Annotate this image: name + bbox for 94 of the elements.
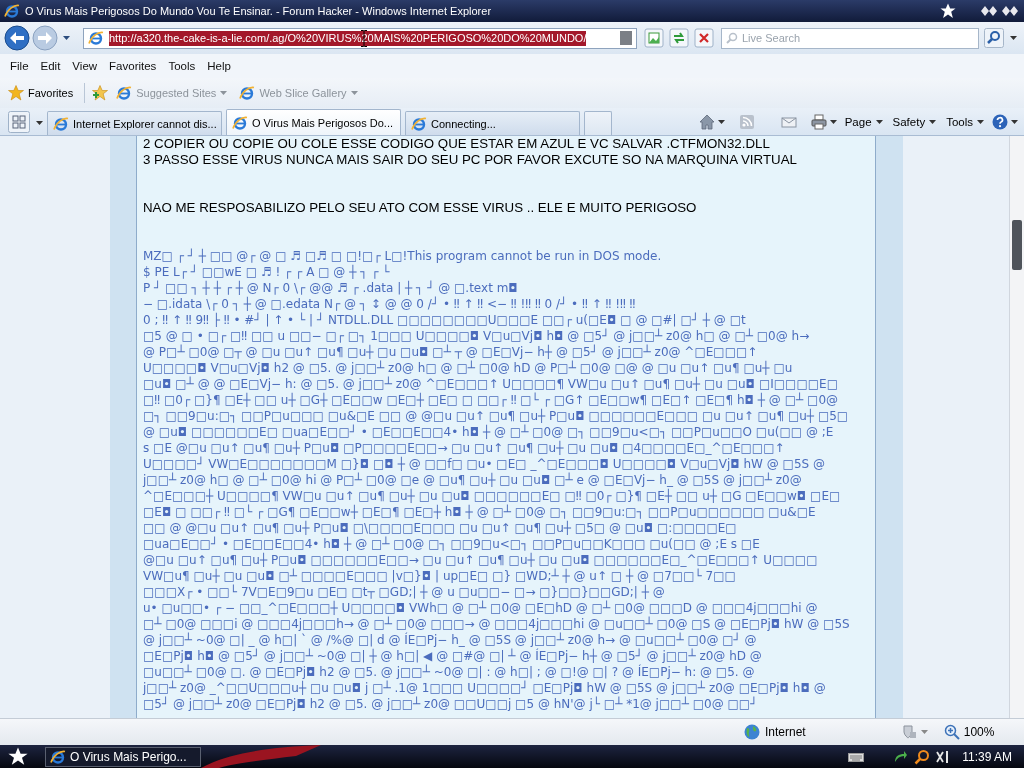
star-icon[interactable] xyxy=(7,746,29,767)
code-line: u• □u□□• ┌ − □□_^□E□□□┼ U□□□□◘ VWh□ @ □┴ □0@ □E□hD @ □┴ □0@ □□□D @ □□□4j□□□hi @ xyxy=(143,600,818,616)
home-icon[interactable] xyxy=(698,114,715,130)
caret-icon xyxy=(929,120,937,124)
tab[interactable]: Connecting... xyxy=(405,111,580,135)
code-line: @ j□□┴ ~0@ □| _ @ h□| ` @ /%@ □| d @ ÍE□Pj− h_ @ □5S @ j□□┴ z0@ h→ @ □u□□┴ □0@ □┘ @ xyxy=(143,632,757,648)
code-line: s □E @□u □u↑ □u¶ □u┼ P□u◘ □P□□□□E□□→ □u □u↑ □u¶ □u┼ □u □u◘ □4□□□□E□_^□E□□□↑ xyxy=(143,440,785,456)
refresh-icon[interactable] xyxy=(669,28,689,48)
command-menu[interactable]: Safety xyxy=(890,114,939,130)
code-line: □E◘ □ □□┌ ‼ □└ ┌ □G¶ □E□□w┼ □E□¶ □E□┼ h◘ ┼ @ □┴ □0@ □┐ □□9□u:□┐ □□P□u□□□□□□ □u&□E xyxy=(143,504,816,520)
picture-icon[interactable] xyxy=(644,28,664,48)
code-line: @ □u◘ □□□□□□E□ □ua□E□□┘ • □E□□E□□4• h◘ ┼ @ □┴ □0@ □┐ □□9□u<□┐ □□P□u□□O □u(□□ @ ;E xyxy=(143,424,834,440)
text-line: NAO ME RESPOSABILIZO PELO SEU ATO COM ESSE VIRUS .. ELE E MUITO PERIGOSO xyxy=(143,200,697,216)
code-line: $ PE L┌ ┘ □□wE □ ♬ ! ┌ ┌ A □ @ ┼ ┐ ┌ └ xyxy=(143,264,390,280)
browser-icon xyxy=(53,115,69,132)
command-menu[interactable]: Page xyxy=(842,114,885,130)
browser-icon xyxy=(232,114,248,131)
code-line: □□ @ @□u □u↑ □u¶ □u┼ P□u◘ □\□□□□E□□□ □u □u↑ □u¶ □u┼ □5□ @ □u◘ □:□□□□E□ xyxy=(143,520,737,536)
caret-icon[interactable] xyxy=(36,121,43,125)
browser-icon xyxy=(116,85,133,101)
code-line: VW□u¶ □u┼ □u □u◘ □┴ □□□□E□□□ |v□}◘ | up□E□ □} □WD;┴ ┼ @ u↑ □ ┼ @ □7□□└ 7□□ xyxy=(143,568,736,584)
menu-item[interactable]: Edit xyxy=(34,57,67,75)
diamond-icon[interactable] xyxy=(1002,5,1018,17)
url-text: http://a320.the-cake-is-a-lie.com/.ag/O%20VIRUS%20MAIS%20PERIGOSO%20DO%20MUNDO/ xyxy=(109,30,587,46)
menu-item[interactable]: Tools xyxy=(162,57,202,75)
page-icon xyxy=(88,30,104,46)
code-line: j□□┴ z0@ h□ @ □┴ □0@ hi @ P□┴ □0@ □e @ □u¶ □u┼ □u □u◘ □┴ e @ □E□Vj− h_ @ □5S @ j□□┴ z0@ xyxy=(143,472,802,488)
keyboard-icon[interactable] xyxy=(848,750,865,763)
search-icon[interactable] xyxy=(914,748,931,765)
diamond-icon[interactable] xyxy=(981,5,997,17)
favorites-button[interactable]: Favorites xyxy=(4,82,78,104)
code-line: □‼ □0┌ □}¶ □E┼ □□ u┼ □G┼ □E□□w □E□┼ □E□ □ □□┌ ‼ □└ ┌ □G↑ □E□□w¶ □E□↑ □E□¶ h◘ ┼ @ □┴ □0@ xyxy=(143,392,838,408)
browser-icon xyxy=(50,748,66,765)
code-line: □ua□E□□┘ • □E□□E□□4• h◘ ┼ @ □┴ □0@ □┐ □□9□u<□┐ □□P□u□□K□□□ □u(□□ @ ;E s □E xyxy=(143,536,760,552)
text-line: 2 COPIER OU COPIE OU COLE ESSE CODIGO QUE ESTAR EM AZUL E VC SALVAR .CTFMON32.DLL xyxy=(143,136,770,152)
menu-item[interactable]: Help xyxy=(201,57,237,75)
caret-icon[interactable] xyxy=(829,120,837,124)
code-line: □u◘ □┴ @ @ □E□Vj− h: @ □5. @ j□□┴ z0@ ^□E□□□↑ U□□□□¶ VW□u □u↑ □u¶ □u┼ □u □u◘ □I□□□□E□ xyxy=(143,376,839,392)
menu-item[interactable]: Favorites xyxy=(103,57,163,75)
command-menu[interactable]: Tools xyxy=(944,114,986,130)
cross-bar-icon[interactable] xyxy=(936,748,951,765)
window-title: O Virus Mais Perigosos Do Mundo Vou Te Ensinar. - Forum Hacker - Windows Internet Explorer xyxy=(25,5,492,17)
globe-icon xyxy=(744,724,760,740)
browser-icon xyxy=(4,3,20,19)
code-line: MZ□ ┌ ┘ ┼ □□ @┌ @ □ ♬ □♬ □ □!□┌ L□!This program cannot be run in DOS mode. xyxy=(143,248,662,264)
menu-item[interactable]: View xyxy=(66,57,104,75)
help-icon[interactable] xyxy=(992,114,1008,130)
code-line: U□□□□◘ V□u□Vj◘ h2 @ □5. @ j□□┴ z0@ h□ @ □┴ □0@ hD @ P□┴ □0@ □@ @ □u □u↑ □u¶ □u┼ □u xyxy=(143,360,793,376)
code-line: @□u □u↑ □u¶ □u┼ P□u◘ □□□□□□E□□→ □u □u↑ □u¶ □u┼ □u □u◘ □□□□□□E□_^□E□□□↑ U□□□□ xyxy=(143,552,818,568)
code-line: □□□X┌ • □□└ 7V□E□9□u □E□ □t┬ □GD;| ┼ @ u □u□□− □→ □}□□}□□GD;| ┼ @ xyxy=(143,584,665,600)
stop-icon[interactable] xyxy=(694,28,714,48)
add-favorite-icon[interactable] xyxy=(92,85,109,101)
clock: 11:39 AM xyxy=(962,749,1012,764)
star-icon[interactable] xyxy=(940,3,956,19)
caret-icon xyxy=(220,91,228,95)
code-line: j□□┴ z0@ _^□□U□□□u┼ □u □u◘ j □┴ .1@ 1□□□ U□□□□┘ □E□Pj◘ hW @ □5S @ j□□┴ z0@ □E□Pj◘ h◘ @ xyxy=(143,680,826,696)
zoom-icon xyxy=(943,724,960,740)
code-line: ^□E□□□┼ U□□□□¶ VW□u □u↑ □u¶ □u┼ □u □u◘ □□□□□□E□ □‼ □0┌ □}¶ □E┼ □□ u┼ □G □E□□w◘ □E□ xyxy=(143,488,841,504)
scrollbar[interactable] xyxy=(1009,136,1024,718)
star-icon xyxy=(8,85,24,101)
printer-icon[interactable] xyxy=(810,114,827,130)
code-line: U□□□□┘ VW□E□□□□□□□M □}◘ □◘ ┼ @ □□f□ □u• □E□ _^□E□□□◘ U□□□□◘ V□u□Vj◘ hW @ □5S @ xyxy=(143,456,826,472)
search-icon[interactable] xyxy=(984,28,1004,48)
quick-tabs-icon[interactable] xyxy=(8,111,30,133)
code-line: − □.idata \┌ 0 ┐ ┼ @ □.edata N┌ @ ┐ ↕ @ @ 0 /┘ • ‼ ↑ ‼ <− ‼ !‼ ‼ 0 /┘ • ‼ ↑ ‼ !‼ ‼ xyxy=(143,296,636,312)
caret-icon xyxy=(875,120,883,124)
code-line: □u□□┴ □0@ □. @ □E□Pj◘ h2 @ □5. @ j□□┴ ~0@ □| : @ h□| ; @ □!@ □| ? @ ÍE□Pj− h: @ □5. @ xyxy=(143,664,755,680)
tab[interactable]: Internet Explorer cannot dis... xyxy=(47,111,222,135)
caret-icon[interactable] xyxy=(717,120,725,124)
taskbar-button[interactable]: O Virus Mais Perigo... xyxy=(45,746,201,767)
caret-icon[interactable] xyxy=(1010,36,1017,40)
search-icon xyxy=(726,31,738,44)
code-line: □E□Pj◘ h◘ @ □5┘ @ j□□┴ ~0@ □| ┼ @ h□| ◀ @ □#@ □| ┴ @ ÍE□Pj− h┼ @ □5┘ @ j□□┴ z0@ hD @ xyxy=(143,648,762,664)
code-line: @ P□┴ □0@ □┬ @ □u □u↑ □u¶ □u┼ □u □u◘ □┴ ┬ @ □E□Vj− h┼ @ □5┘ @ j□□┴ z0@ ^□E□□□↑ xyxy=(143,344,758,360)
search-field[interactable]: Live Search xyxy=(721,27,979,49)
zoom-button[interactable]: 100% xyxy=(943,724,1024,740)
code-line: 0 ; ‼ ↑ ‼ 9‼ ├ ‼ • #┘ | ↑ • └ | ┘ NTDLL.DLL □□□□□□□□U□□□E □□┌ u(□E◘ □ @ □#| □┘ ┼ @ □t xyxy=(143,312,746,328)
code-line: □┐ □□9□u:□┐ □□P□u□□□ □u&□E □□ @ @□u □u↑ □u¶ □u┼ P□u◘ □□□□□□E□□□ □u □u↑ □u¶ □u┼ □5□ xyxy=(143,408,849,424)
caret-icon xyxy=(350,91,358,95)
code-line: P ┘ □□ ┐ ┼ ┼ ┌ ┼ @ N┌ 0 \┌ @@ ♬ ┌ .data | ┼ ┐ ┘ @ □.text m◘ xyxy=(143,280,518,296)
menu-item[interactable]: File xyxy=(4,57,35,75)
code-line: □┴ □0@ □□□i @ □□□4j□□□h→ @ □┴ □0@ □□□→ @ □□□4j□□□hi @ □u□□┴ □0@ □S @ □E□Pj◘ hW @ □5S xyxy=(143,616,850,632)
browser-icon xyxy=(411,115,427,132)
scrollbar-thumb[interactable] xyxy=(1012,220,1022,270)
code-line: □5┘ @ j□□┴ z0@ □E□Pj◘ h2 @ □5. @ j□□┴ z0@ □□U□□j □5 @ hN'@ j└ □┴ *1@ j□□┴ □0@ □□┘ xyxy=(143,696,758,712)
caret-icon[interactable] xyxy=(63,36,70,40)
zone-label: Internet xyxy=(765,725,806,739)
text-line: 3 PASSO ESSE VIRUS NUNCA MAIS SAIR DO SEU PC POR FAVOR EXCUTE SO NA MARQUINA VIRTUAL xyxy=(143,152,797,168)
code-line: □5 @ □ • □┌ □‼ □□ u □□− □┌ □┐ 1□□□ U□□□□◘ V□u□Vj◘ h◘ @ □5┘ @ j□□┴ z0@ h□ @ □┴ □0@ h→ xyxy=(143,328,810,344)
tab[interactable]: O Virus Mais Perigosos Do... xyxy=(226,109,401,135)
caret-icon[interactable] xyxy=(1011,120,1018,124)
address-field[interactable]: http://a320.the-cake-is-a-lie.com/.ag/O%20VIRUS%20MAIS%20PERIGOSO%20DO%20MUNDO/ xyxy=(83,27,637,49)
browser-icon xyxy=(239,85,256,101)
caret-icon xyxy=(977,120,984,124)
